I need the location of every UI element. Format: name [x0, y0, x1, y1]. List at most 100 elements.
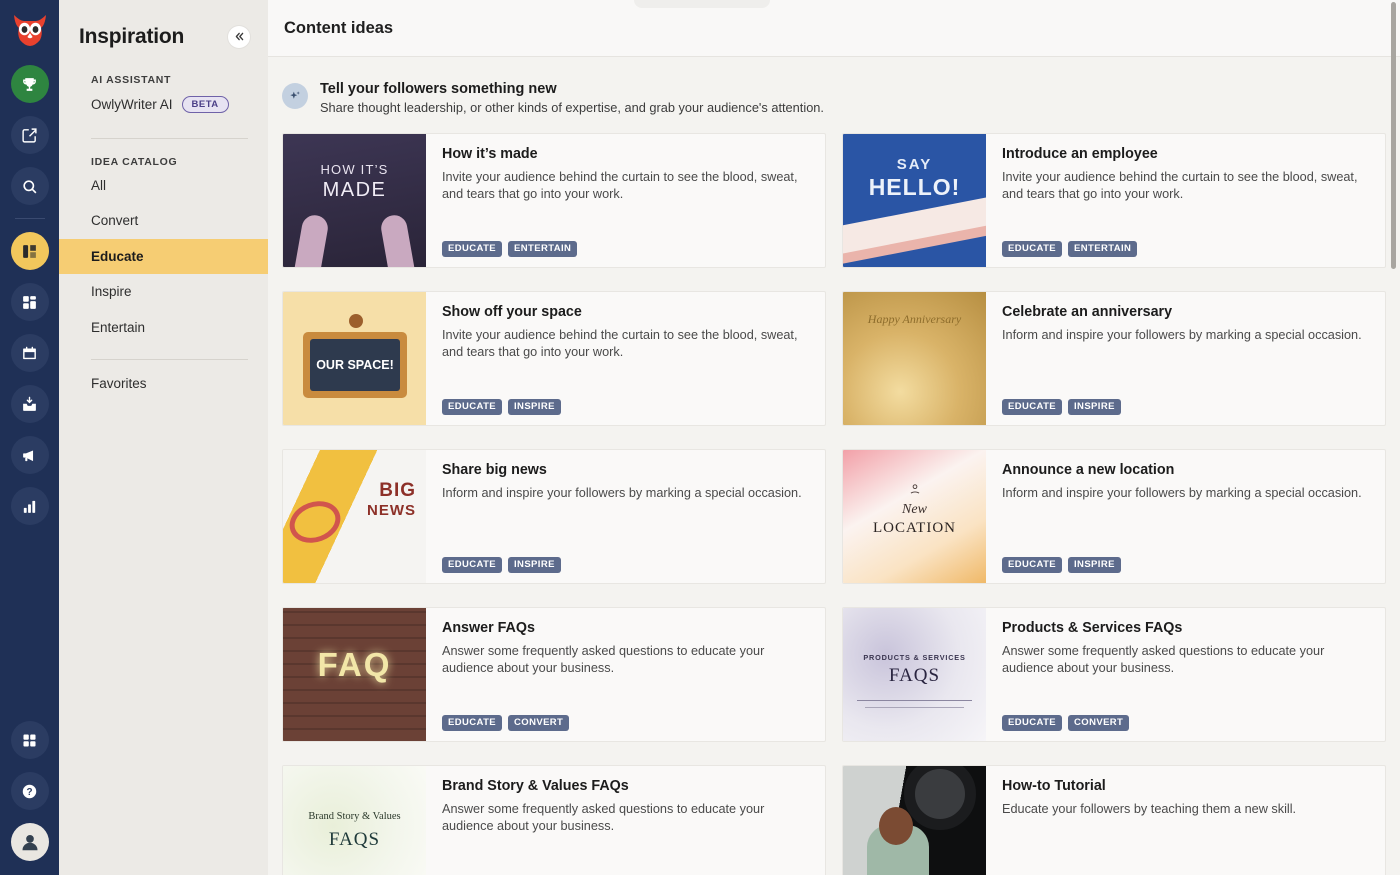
- compose-icon: [22, 127, 37, 143]
- card-tags: EDUCATE ENTERTAIN: [1002, 240, 1138, 257]
- content-topbar: Content ideas: [268, 0, 1400, 57]
- rail-item-rewards[interactable]: [10, 65, 49, 103]
- sidebar-item-favorites[interactable]: Favorites: [59, 366, 268, 402]
- card-thumbnail: BIG NEWS: [283, 450, 426, 583]
- sidebar-item-label: OwlyWriter AI: [91, 97, 173, 112]
- app-root: ? Inspiration AI ASSISTANT OwlyWriter AI: [0, 0, 1400, 875]
- card-thumbnail: Brand Story & Values FAQS: [283, 766, 426, 875]
- sidebar-divider-1: [91, 137, 248, 139]
- content-idea-card[interactable]: FAQ Answer FAQs Answer some frequently a…: [282, 607, 826, 742]
- left-icon-rail: ?: [0, 0, 59, 875]
- rail-divider: [14, 218, 45, 219]
- tag[interactable]: ENTERTAIN: [508, 240, 578, 257]
- rail-item-inbox[interactable]: [10, 385, 49, 423]
- thumbnail-line-2: MADE: [322, 179, 387, 201]
- card-description: Invite your audience behind the curtain …: [442, 328, 798, 359]
- card-title: Show off your space: [442, 304, 582, 320]
- apps-grid-icon: [23, 733, 36, 747]
- card-tags: EDUCATE INSPIRE: [442, 556, 561, 573]
- rail-item-profile[interactable]: [10, 823, 49, 861]
- card-thumbnail: New LOCATION: [843, 450, 986, 583]
- card-title: Celebrate an anniversary: [1002, 304, 1173, 320]
- thumbnail-line-2: HELLO!: [868, 174, 961, 200]
- card-thumbnail: FAQ: [283, 608, 426, 741]
- tag[interactable]: INSPIRE: [1068, 398, 1121, 415]
- rail-item-analytics[interactable]: [10, 487, 49, 525]
- thumbnail-line-1: Brand Story & Values: [308, 811, 401, 822]
- card-body: Share big news Inform and inspire your f…: [426, 450, 825, 583]
- thumbnail-line-2: FAQS: [888, 665, 941, 686]
- thumbnail-line-1: PRODUCTS & SERVICES: [863, 653, 966, 662]
- card-thumbnail: Happy Anniversary: [843, 292, 986, 425]
- palette-icon: [23, 244, 36, 258]
- thumbnail-line-2: LOCATION: [873, 520, 956, 536]
- sidebar-collapse-button[interactable]: [228, 25, 250, 48]
- search-icon: [23, 179, 37, 193]
- card-tags: EDUCATE INSPIRE: [1002, 398, 1121, 415]
- card-title: How-to Tutorial: [1002, 778, 1106, 794]
- rail-item-planner[interactable]: [10, 283, 49, 321]
- tag[interactable]: EDUCATE: [1002, 398, 1063, 415]
- content-idea-card[interactable]: SAY HELLO! Introduce an employee Invite …: [842, 133, 1386, 268]
- inspiration-sidebar: Inspiration AI ASSISTANT OwlyWriter AI B…: [59, 0, 268, 875]
- content-scroll-area[interactable]: Tell your followers something new Share …: [268, 57, 1400, 875]
- rail-item-apps[interactable]: [10, 721, 49, 759]
- hootsuite-owl-logo[interactable]: [8, 8, 52, 52]
- tag[interactable]: INSPIRE: [1068, 556, 1121, 573]
- tag[interactable]: EDUCATE: [1002, 240, 1063, 257]
- card-description: Educate your followers by teaching them …: [1002, 802, 1297, 816]
- card-title: Brand Story & Values FAQs: [442, 778, 629, 794]
- tag[interactable]: INSPIRE: [508, 556, 561, 573]
- card-body: Announce a new location Inform and inspi…: [986, 450, 1385, 583]
- rail-item-compose[interactable]: [10, 116, 49, 154]
- tag[interactable]: EDUCATE: [442, 556, 503, 573]
- card-tags: EDUCATE INSPIRE: [442, 398, 561, 415]
- content-idea-card[interactable]: OUR SPACE! Show off your space Invite yo…: [282, 291, 826, 426]
- card-body: Celebrate an anniversary Inform and insp…: [986, 292, 1385, 425]
- content-idea-card[interactable]: New LOCATION Announce a new location Inf…: [842, 449, 1386, 584]
- tag[interactable]: INSPIRE: [508, 398, 561, 415]
- rail-item-help[interactable]: ?: [10, 772, 49, 810]
- bar-chart-icon: [23, 500, 36, 513]
- tag[interactable]: CONVERT: [1068, 714, 1130, 731]
- tag[interactable]: EDUCATE: [442, 714, 503, 731]
- calendar-icon: [23, 346, 36, 359]
- card-body: Products & Services FAQs Answer some fre…: [986, 608, 1385, 741]
- sidebar-item-inspire[interactable]: Inspire: [59, 274, 268, 310]
- card-body: How it’s made Invite your audience behin…: [426, 134, 825, 267]
- content-idea-card[interactable]: Brand Story & Values FAQS Brand Story & …: [282, 765, 826, 875]
- thumbnail-line-1: HOW IT’S: [320, 162, 389, 177]
- rail-item-advertise[interactable]: [10, 436, 49, 474]
- card-tags: EDUCATE INSPIRE: [1002, 556, 1121, 573]
- content-idea-card[interactable]: Happy Anniversary Celebrate an anniversa…: [842, 291, 1386, 426]
- rail-item-streams[interactable]: [10, 167, 49, 205]
- sidebar-item-convert[interactable]: Convert: [59, 203, 268, 239]
- card-description: Answer some frequently asked questions t…: [1002, 644, 1325, 675]
- rail-item-calendar[interactable]: [10, 334, 49, 372]
- card-body: Introduce an employee Invite your audien…: [986, 134, 1385, 267]
- rail-item-inspiration[interactable]: [10, 232, 49, 270]
- sidebar-item-all[interactable]: All: [59, 168, 268, 204]
- tag[interactable]: ENTERTAIN: [1068, 240, 1138, 257]
- sidebar-item-owlywriter-ai[interactable]: OwlyWriter AI BETA: [59, 86, 268, 124]
- content-idea-card[interactable]: BIG NEWS Share big news Inform and inspi…: [282, 449, 826, 584]
- tag[interactable]: EDUCATE: [1002, 714, 1063, 731]
- sidebar-section-label-idea-catalog: IDEA CATALOG: [91, 155, 178, 168]
- tag[interactable]: EDUCATE: [442, 240, 503, 257]
- content-idea-card[interactable]: HOW IT’S MADE How it’s made Invite your …: [282, 133, 826, 268]
- card-body: Show off your space Invite your audience…: [426, 292, 825, 425]
- content-idea-card[interactable]: How-to Tutorial Educate your followers b…: [842, 765, 1386, 875]
- location-pin-icon: [908, 482, 922, 496]
- thumbnail-line-1: FAQ: [317, 646, 392, 683]
- tag[interactable]: EDUCATE: [1002, 556, 1063, 573]
- tag[interactable]: CONVERT: [508, 714, 570, 731]
- card-title: Introduce an employee: [1002, 146, 1158, 162]
- thumbnail-line-1: SAY: [896, 156, 933, 173]
- content-idea-card[interactable]: PRODUCTS & SERVICES FAQS Products & Serv…: [842, 607, 1386, 742]
- tag[interactable]: EDUCATE: [442, 398, 503, 415]
- card-title: Answer FAQs: [442, 620, 535, 636]
- sidebar-item-entertain[interactable]: Entertain: [59, 310, 268, 346]
- thumbnail-line-1: BIG: [379, 480, 416, 501]
- vertical-scrollbar-thumb[interactable]: [1391, 2, 1396, 269]
- sidebar-item-educate[interactable]: Educate: [59, 238, 268, 275]
